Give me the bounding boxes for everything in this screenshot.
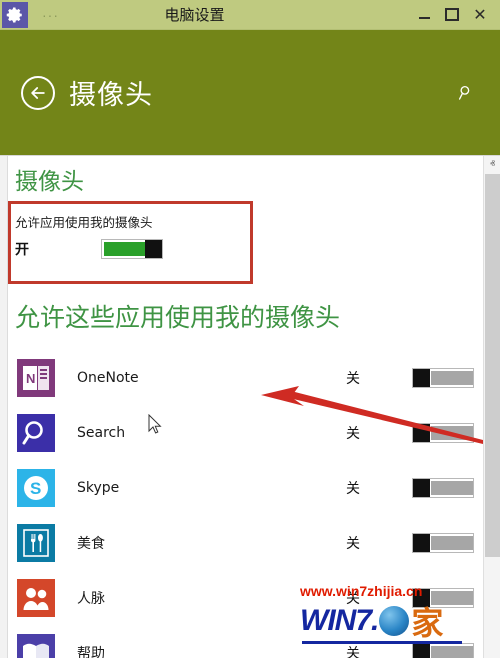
computer-settings-window: ··· 电脑设置 ✕ 摄像头 ⱏ ⱟ 摄像头 允许应用使用我的摄像头 开 允许这… [0, 0, 500, 658]
app-name: Search [77, 425, 318, 441]
app-switch-cell [388, 368, 474, 388]
scroll-content: 摄像头 允许应用使用我的摄像头 开 允许这些应用使用我的摄像头 N OneNot… [9, 156, 482, 658]
page-header: 摄像头 [0, 30, 500, 155]
list-item[interactable]: 美食 关 [9, 515, 482, 570]
app-switch-cell [388, 478, 474, 498]
list-item[interactable]: 帮助 关 [9, 625, 482, 658]
search-icon[interactable] [454, 81, 478, 105]
app-toggle[interactable] [412, 643, 474, 658]
search-app-icon [17, 414, 55, 452]
app-toggle[interactable] [412, 423, 474, 443]
app-toggle[interactable] [412, 368, 474, 388]
toggle-track [431, 481, 473, 495]
master-toggle-row: 开 [15, 239, 255, 259]
scroll-down-arrow-icon[interactable]: ⱟ [484, 641, 500, 658]
title-bar: ··· 电脑设置 ✕ [0, 0, 500, 30]
master-camera-toggle[interactable] [101, 239, 163, 259]
app-switch-cell [388, 588, 474, 608]
window-controls: ✕ [410, 2, 500, 28]
help-icon [17, 634, 55, 658]
app-state-text: 关 [318, 588, 388, 608]
list-item[interactable]: Search 关 [9, 405, 482, 460]
toggle-track [431, 646, 473, 658]
close-button[interactable]: ✕ [466, 2, 494, 28]
app-state-text: 关 [318, 423, 388, 443]
app-toggle[interactable] [412, 478, 474, 498]
master-toggle-state: 开 [15, 239, 101, 259]
app-switch-cell [388, 423, 474, 443]
toggle-knob [413, 479, 430, 497]
minimize-button[interactable] [410, 2, 438, 28]
window-title: 电脑设置 [59, 4, 410, 25]
master-toggle-label: 允许应用使用我的摄像头 [15, 212, 255, 231]
list-item[interactable]: 人脉 关 [9, 570, 482, 625]
page-title: 摄像头 [69, 73, 153, 112]
food-icon [17, 524, 55, 562]
scroll-up-arrow-icon[interactable]: ⱏ [484, 156, 500, 173]
settings-gear-icon[interactable] [2, 2, 28, 28]
app-state-text: 关 [318, 368, 388, 388]
left-rail [0, 156, 8, 658]
app-name: OneNote [77, 370, 318, 386]
apps-section-heading: 允许这些应用使用我的摄像头 [15, 284, 482, 334]
camera-section-heading: 摄像头 [15, 156, 482, 196]
skype-icon: S [17, 469, 55, 507]
app-name: 美食 [77, 533, 318, 553]
app-switch-cell [388, 533, 474, 553]
toggle-knob [413, 534, 430, 552]
app-permission-list: N OneNote 关 Search 关 S Skype 关 美食 关 人脉 关… [9, 350, 482, 658]
toggle-knob [413, 424, 430, 442]
svg-text:N: N [26, 371, 35, 386]
svg-text:S: S [30, 479, 41, 498]
scrollbar-thumb[interactable] [485, 174, 500, 557]
toggle-knob [145, 240, 162, 258]
people-icon [17, 579, 55, 617]
toggle-knob [413, 644, 430, 658]
settings-content: ⱏ ⱟ 摄像头 允许应用使用我的摄像头 开 允许这些应用使用我的摄像头 N On… [0, 155, 500, 658]
toggle-knob [413, 589, 430, 607]
list-item[interactable]: S Skype 关 [9, 460, 482, 515]
app-name: 帮助 [77, 643, 318, 658]
app-toggle[interactable] [412, 533, 474, 553]
app-state-text: 关 [318, 478, 388, 498]
app-toggle[interactable] [412, 588, 474, 608]
app-state-text: 关 [318, 533, 388, 553]
toggle-track [431, 536, 473, 550]
toggle-knob [413, 369, 430, 387]
mouse-cursor-icon [148, 414, 162, 434]
list-item[interactable]: N OneNote 关 [9, 350, 482, 405]
onenote-icon: N [17, 359, 55, 397]
toggle-track [431, 591, 473, 605]
vertical-scrollbar[interactable]: ⱏ ⱟ [483, 156, 500, 658]
app-name: 人脉 [77, 588, 318, 608]
back-button[interactable] [21, 76, 55, 110]
app-state-text: 关 [318, 643, 388, 658]
master-toggle-block: 允许应用使用我的摄像头 开 [15, 212, 255, 284]
overflow-menu-icon[interactable]: ··· [42, 11, 59, 19]
app-switch-cell [388, 643, 474, 658]
toggle-track [431, 371, 473, 385]
toggle-track [104, 242, 146, 256]
toggle-track [431, 426, 473, 440]
maximize-button[interactable] [438, 2, 466, 28]
app-name: Skype [77, 480, 318, 496]
